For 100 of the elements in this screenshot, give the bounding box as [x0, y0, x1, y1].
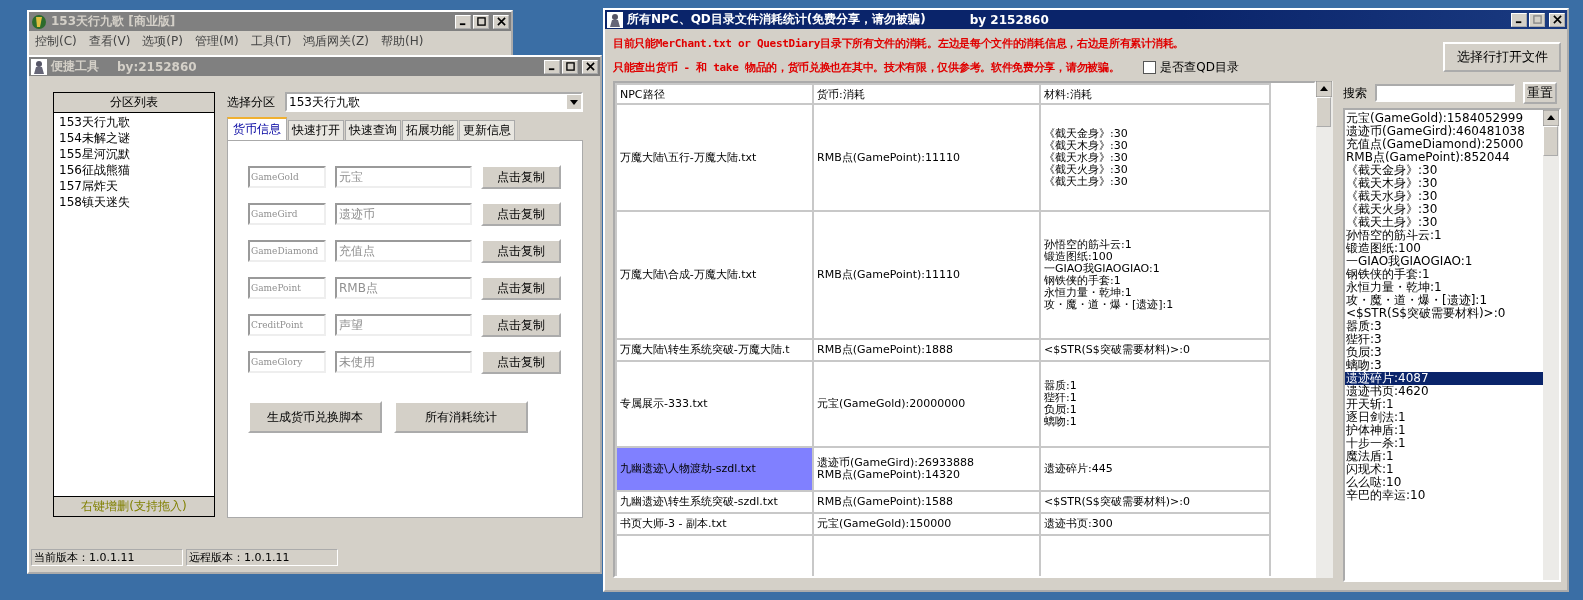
- table-cell: 孙悟空的筋斗云:1 锻造图纸:100 一GIAO我GIAOGIAO:1 钢铁侠的手套:1 永恒力量・乾坤:1 攻・魔・道・爆・[遗迹]:1: [1040, 211, 1270, 339]
- table-cell: 元宝(GameGold):20000000: [813, 361, 1040, 447]
- action-button[interactable]: 所有消耗统计: [394, 401, 528, 433]
- menu-item[interactable]: 选项(P): [142, 33, 183, 50]
- list-item[interactable]: 嚣质:3: [1345, 320, 1543, 333]
- list-item[interactable]: 十步一杀:1: [1345, 437, 1543, 450]
- menu-item[interactable]: 管理(M): [194, 33, 239, 50]
- close-button[interactable]: [1549, 12, 1565, 27]
- status-field: 远程版本：1.0.1.11: [186, 549, 338, 566]
- list-item[interactable]: 《截天土身》:30: [1345, 216, 1543, 229]
- close-button[interactable]: [493, 14, 509, 29]
- scrollbar[interactable]: [1316, 81, 1333, 578]
- menu-item[interactable]: 控制(C): [35, 33, 77, 50]
- action-button[interactable]: 生成货币兑换脚本: [248, 401, 382, 433]
- list-item[interactable]: 魔法盾:1: [1345, 450, 1543, 463]
- qd-checkbox[interactable]: 是否查QD目录: [1143, 58, 1239, 76]
- scroll-up-icon[interactable]: [1543, 110, 1559, 126]
- list-item[interactable]: 充值点(GameDiamond):25000: [1345, 138, 1543, 151]
- list-item[interactable]: 狴犴:3: [1345, 333, 1543, 346]
- menu-item[interactable]: 查看(V): [88, 33, 131, 50]
- list-item[interactable]: 遗迹碎片:4087: [1345, 372, 1543, 385]
- list-item[interactable]: 孙悟空的筋斗云:1: [1345, 229, 1543, 242]
- table-cell[interactable]: 万魔大陆\五行-万魔大陆.txt: [616, 104, 813, 211]
- minimize-button[interactable]: [455, 14, 471, 29]
- list-item[interactable]: 一GIAO我GIAOGIAO:1: [1345, 255, 1543, 268]
- list-item[interactable]: 逐日剑法:1: [1345, 411, 1543, 424]
- maximize-button[interactable]: [473, 14, 489, 29]
- list-item[interactable]: 遗迹币(GameGird):460481038: [1345, 125, 1543, 138]
- app-icon: [31, 13, 47, 30]
- tab[interactable]: 拓展功能: [402, 120, 458, 140]
- tab[interactable]: 更新信息: [459, 120, 515, 140]
- author-label: by 2152860: [969, 12, 1049, 27]
- table-cell[interactable]: 书页大师-3 - 副本.txt: [616, 513, 813, 535]
- list-item[interactable]: <$STR(S$突破需要材料)>:0: [1345, 307, 1543, 320]
- list-item[interactable]: 钢铁侠的手套:1: [1345, 268, 1543, 281]
- table-cell[interactable]: 九幽遗迹\转生系统突破-szdl.txt: [616, 491, 813, 513]
- table-cell[interactable]: 九幽遗迹\人物渡劫-szdl.txt: [616, 447, 813, 491]
- list-item[interactable]: 遗迹书页:4620: [1345, 385, 1543, 398]
- list-item[interactable]: 辛巴的幸运:10: [1345, 489, 1543, 502]
- partition-item[interactable]: 156征战熊猫: [59, 162, 209, 178]
- table-cell: 元宝(GameGold):150000: [813, 513, 1040, 535]
- column-header: 材料:消耗: [1040, 84, 1270, 104]
- scroll-up-icon[interactable]: [1316, 81, 1332, 97]
- scroll-thumb[interactable]: [1316, 97, 1331, 127]
- table-cell: RMB点(GamePoint):11110: [813, 211, 1040, 339]
- scrollbar[interactable]: [1543, 110, 1559, 580]
- close-button[interactable]: [582, 59, 598, 74]
- table-cell: 遗迹碎片:445: [1040, 447, 1270, 491]
- tab[interactable]: 货币信息: [227, 117, 287, 140]
- partition-item[interactable]: 153天行九歌: [59, 114, 209, 130]
- menu-item[interactable]: 鸿盾网关(Z): [303, 33, 369, 50]
- list-item[interactable]: 锻造图纸:100: [1345, 242, 1543, 255]
- column-header: NPC路径: [616, 84, 813, 104]
- author-label: by:2152860: [117, 59, 197, 74]
- open-file-button[interactable]: 选择行打开文件: [1443, 42, 1561, 72]
- partition-item[interactable]: 157屌炸天: [59, 178, 209, 194]
- partition-item[interactable]: 155星河沉默: [59, 146, 209, 162]
- table-cell[interactable]: 万魔大陆\合成-万魔大陆.txt: [616, 211, 813, 339]
- tab[interactable]: 快速查询: [345, 120, 401, 140]
- table-cell[interactable]: 万魔大陆\转生系统突破-万魔大陆.t: [616, 339, 813, 361]
- list-item[interactable]: 螭吻:3: [1345, 359, 1543, 372]
- list-item[interactable]: 负屃:3: [1345, 346, 1543, 359]
- notice-text: 只能查出货币 - 和 take 物品的，货币兑换也在其中。技术有限，仅供参考。软件免费分享，请勿被骗。: [613, 59, 1120, 75]
- list-item[interactable]: 《截天金身》:30: [1345, 164, 1543, 177]
- menu-item[interactable]: 工具(T): [250, 33, 292, 50]
- list-item[interactable]: 攻・魔・道・爆・[遗迹]:1: [1345, 294, 1543, 307]
- minimize-button[interactable]: [544, 59, 560, 74]
- notice-text: 目前只能MerChant.txt or QuestDiary目录下所有文件的消耗。左边是每个文件的消耗信息，右边是所有累计消耗。: [613, 36, 1185, 52]
- tab[interactable]: 快速打开: [288, 120, 344, 140]
- table-cell: 遗迹币(GameGird):26933888 RMB点(GamePoint):14320: [813, 447, 1040, 491]
- list-footer: 右键增删(支持拖入): [54, 496, 214, 516]
- table-cell: 嚣质:1 狴犴:1 负屃:1 螭吻:1: [1040, 361, 1270, 447]
- table-cell: RMB点(GamePoint):1588: [813, 491, 1040, 513]
- reset-button[interactable]: 重置: [1523, 82, 1557, 104]
- partition-dropdown[interactable]: 153天行九歌: [285, 92, 583, 112]
- table-cell: RMB点(GamePoint):11110: [813, 104, 1040, 211]
- list-item[interactable]: 开天斩:1: [1345, 398, 1543, 411]
- minimize-button[interactable]: [1511, 12, 1527, 27]
- list-item[interactable]: 护体神盾:1: [1345, 424, 1543, 437]
- list-item[interactable]: 元宝(GameGold):1584052999: [1345, 112, 1543, 125]
- partition-item[interactable]: 154未解之谜: [59, 130, 209, 146]
- table-cell: 《截天金身》:30 《截天木身》:30 《截天水身》:30 《截天火身》:30 《截天土身》:30: [1040, 104, 1270, 211]
- list-item[interactable]: 闪现术:1: [1345, 463, 1543, 476]
- figure-icon: [31, 58, 47, 75]
- table-cell: <$STR(S$突破需要材料)>:0: [1040, 339, 1270, 361]
- partition-item[interactable]: 158镇天迷失: [59, 194, 209, 210]
- status-field: 当前版本：1.0.1.11: [31, 549, 183, 566]
- search-field[interactable]: [1375, 84, 1515, 102]
- maximize-button[interactable]: [1529, 12, 1545, 27]
- search-label: 搜索: [1343, 84, 1367, 102]
- list-item[interactable]: 永恒力量・乾坤:1: [1345, 281, 1543, 294]
- list-item[interactable]: 《截天水身》:30: [1345, 190, 1543, 203]
- list-item[interactable]: 么么哒:10: [1345, 476, 1543, 489]
- list-item[interactable]: 《截天木身》:30: [1345, 177, 1543, 190]
- scroll-thumb[interactable]: [1543, 126, 1558, 156]
- list-item[interactable]: 《截天火身》:30: [1345, 203, 1543, 216]
- menu-item[interactable]: 帮助(H): [380, 33, 424, 50]
- window-title: 所有NPC、QD目录文件消耗统计(免费分享，请勿被骗): [627, 11, 926, 28]
- list-item[interactable]: RMB点(GamePoint):852044: [1345, 151, 1543, 164]
- maximize-button[interactable]: [562, 59, 578, 74]
